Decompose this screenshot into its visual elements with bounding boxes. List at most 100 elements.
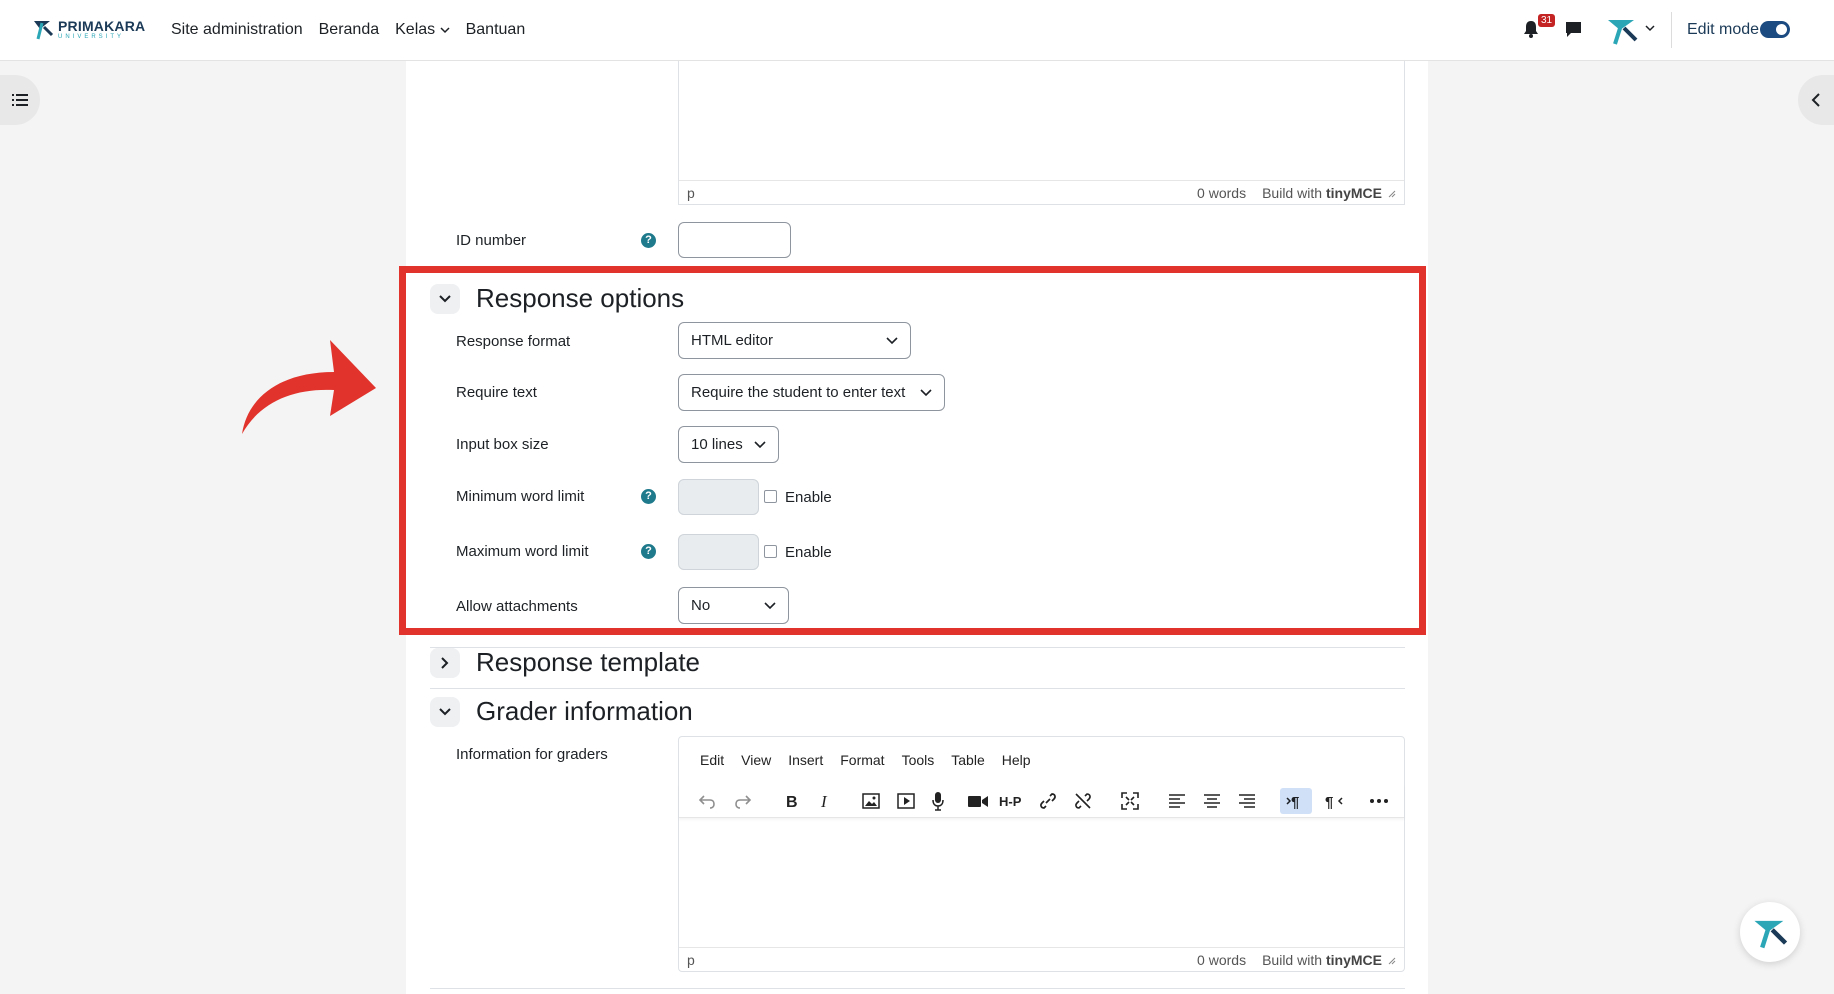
primakara-logo-icon	[1754, 920, 1788, 949]
ltr-button[interactable]: ¶	[1280, 788, 1312, 814]
rtl-button[interactable]: ¶	[1319, 788, 1349, 814]
nav-kelas-label: Kelas	[395, 21, 436, 38]
menu-edit[interactable]: Edit	[700, 752, 724, 768]
chevron-right-icon	[441, 657, 449, 669]
more-horizontal-icon	[1370, 799, 1388, 803]
divider	[1671, 12, 1672, 48]
record-audio-button[interactable]	[925, 788, 951, 814]
nav-beranda[interactable]: Beranda	[319, 21, 380, 39]
svg-text:¶: ¶	[1325, 794, 1333, 809]
editor-path: p	[687, 184, 695, 201]
highlight-annotation-box	[399, 266, 1426, 635]
align-left-button[interactable]	[1164, 788, 1190, 814]
svg-text:¶: ¶	[1291, 794, 1299, 809]
editor-menubar: Edit View Insert Format Tools Table Help	[700, 752, 1031, 768]
h5p-icon: H-P	[999, 794, 1022, 808]
chevron-left-icon	[1811, 93, 1820, 107]
arrow-annotation-icon	[242, 340, 376, 434]
chevron-down-icon	[439, 708, 451, 716]
id-number-label: ID number	[456, 232, 527, 249]
expand-response-template-button[interactable]	[430, 648, 460, 678]
tinymce-logo[interactable]: tinyMCE	[1326, 185, 1382, 201]
align-center-button[interactable]	[1199, 788, 1225, 814]
more-options-button[interactable]	[1366, 788, 1392, 814]
site-logo[interactable]: PRIMAKARA UNIVERSITY	[30, 17, 145, 41]
editor-statusbar: p 0 words Build with tinyMCE	[679, 947, 1404, 971]
media-play-icon	[897, 793, 915, 809]
brand-name: PRIMAKARA	[58, 17, 146, 34]
chevron-down-icon[interactable]	[1645, 24, 1655, 32]
link-button[interactable]	[1035, 788, 1061, 814]
grader-information-heading: Grader information	[476, 696, 693, 726]
undo-button[interactable]	[694, 788, 720, 814]
editor-toolbar: B I H-P ¶ ¶	[679, 784, 1404, 818]
align-right-button[interactable]	[1234, 788, 1260, 814]
left-to-right-icon: ¶	[1286, 794, 1299, 809]
block-drawer-button[interactable]	[1798, 75, 1834, 125]
link-icon	[1040, 793, 1056, 809]
h5p-button[interactable]: H-P	[997, 788, 1029, 814]
image-icon	[862, 793, 880, 809]
tinymce-logo[interactable]: tinyMCE	[1326, 952, 1382, 968]
right-to-left-icon: ¶	[1325, 794, 1343, 809]
fullscreen-icon	[1121, 792, 1139, 810]
list-icon	[12, 94, 28, 106]
unlink-icon	[1075, 793, 1091, 809]
redo-button[interactable]	[730, 788, 756, 814]
bold-button[interactable]: B	[778, 788, 804, 814]
resize-handle-icon[interactable]	[1386, 188, 1396, 198]
nav-site-administration[interactable]: Site administration	[171, 21, 303, 39]
top-navbar: PRIMAKARA UNIVERSITY Site administration…	[0, 0, 1834, 61]
resize-handle-icon[interactable]	[1386, 955, 1396, 965]
nav-kelas[interactable]: Kelas	[395, 21, 450, 39]
editor-path: p	[687, 951, 695, 968]
word-count: 0 words	[1197, 184, 1247, 201]
insert-image-button[interactable]	[858, 788, 884, 814]
menu-view[interactable]: View	[741, 752, 771, 768]
nav-bantuan[interactable]: Bantuan	[466, 21, 526, 39]
editor-statusbar: p 0 words Build with tinyMCE	[679, 180, 1404, 204]
word-count: 0 words	[1197, 951, 1247, 968]
video-camera-icon	[968, 796, 988, 807]
build-with-label: Build with	[1262, 184, 1322, 201]
response-template-heading: Response template	[476, 647, 701, 677]
menu-table[interactable]: Table	[951, 752, 984, 768]
menu-insert[interactable]: Insert	[788, 752, 823, 768]
floating-assistant-button[interactable]	[1740, 902, 1800, 962]
svg-text:I: I	[820, 793, 828, 809]
collapse-grader-information-button[interactable]	[430, 697, 460, 727]
record-video-button[interactable]	[965, 788, 991, 814]
id-number-input[interactable]	[678, 222, 791, 258]
unlink-button[interactable]	[1070, 788, 1096, 814]
edit-mode-toggle[interactable]	[1760, 21, 1790, 38]
chevron-down-icon	[440, 27, 450, 34]
redo-icon	[735, 795, 752, 809]
menu-format[interactable]: Format	[840, 752, 884, 768]
information-for-graders-label: Information for graders	[456, 746, 608, 763]
bold-icon: B	[786, 794, 798, 809]
help-icon[interactable]: ?	[641, 233, 656, 248]
align-center-icon	[1204, 794, 1220, 808]
svg-text:H-P: H-P	[999, 794, 1022, 808]
microphone-icon	[932, 792, 944, 811]
svg-text:B: B	[786, 794, 798, 809]
section-divider	[430, 688, 1405, 689]
grader-information-editor[interactable]: Edit View Insert Format Tools Table Help…	[678, 736, 1405, 972]
italic-button[interactable]: I	[812, 788, 838, 814]
build-with-label: Build with	[1262, 951, 1322, 968]
course-index-drawer-button[interactable]	[0, 75, 40, 125]
align-right-icon	[1239, 794, 1255, 808]
align-left-icon	[1169, 794, 1185, 808]
fullscreen-button[interactable]	[1117, 788, 1143, 814]
description-editor[interactable]: p 0 words Build with tinyMCE	[678, 61, 1405, 205]
brand-subtitle: UNIVERSITY	[58, 33, 125, 40]
bell-icon[interactable]	[1523, 20, 1539, 38]
primary-nav: Site administration Beranda Kelas Bantua…	[171, 21, 525, 39]
menu-tools[interactable]: Tools	[902, 752, 935, 768]
insert-media-button[interactable]	[893, 788, 919, 814]
message-icon[interactable]	[1565, 21, 1582, 38]
menu-help[interactable]: Help	[1002, 752, 1031, 768]
notification-count-badge: 31	[1538, 14, 1556, 27]
user-avatar-icon[interactable]	[1604, 12, 1640, 48]
italic-icon: I	[820, 793, 828, 809]
